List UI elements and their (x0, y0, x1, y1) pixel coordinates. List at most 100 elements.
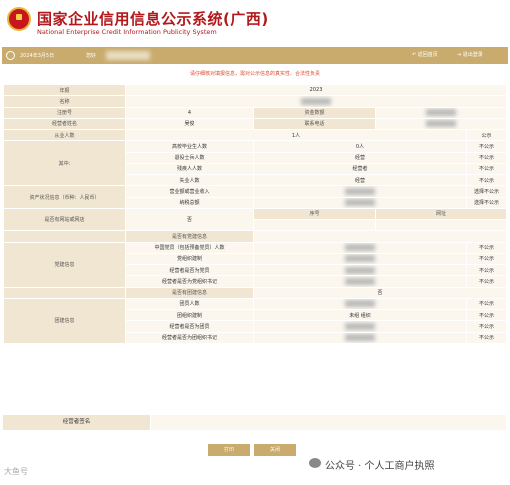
row-label: 是否有网站或网店 (3, 207, 126, 232)
publicity-flag: 不公示 (465, 263, 508, 277)
site-title: 国家企业信用信息公示系统(广西) (37, 10, 269, 28)
publicity-flag: 不公示 (465, 151, 508, 164)
row-value: 经营 (253, 151, 467, 164)
column-header: 序号 (253, 207, 376, 221)
row-label: 是否有团建信息 (125, 286, 254, 299)
clock-icon (6, 51, 15, 60)
publicity-flag: 不公示 (465, 308, 508, 322)
empty-cell (374, 218, 508, 232)
row-label: 经营者是否为团员 (125, 320, 254, 333)
row-label: 团组织建制 (125, 308, 254, 322)
corner-watermark: 大鱼号 (4, 467, 28, 476)
table-row: 注册号 4 资金数额 (3, 106, 508, 119)
group-label: 党建信息 (3, 241, 126, 288)
row-value (374, 106, 508, 119)
signature-field[interactable] (151, 415, 506, 430)
row-label: 残疾人人数 (125, 162, 254, 176)
group-label (3, 286, 126, 299)
row-value (253, 252, 467, 266)
row-label: 从业人数 (3, 128, 126, 142)
row-value: 1人 (125, 128, 467, 142)
row-value (124, 95, 508, 108)
toolbar: 2024年3月5日 您好 ↶ 返回首页 ⇥ 退出登录 (2, 47, 508, 64)
signature-row: 经营者签名 (3, 415, 506, 430)
row-label: 是否有党建信息 (125, 230, 254, 243)
row-label: 经营者是否为党组织书记 (125, 275, 254, 288)
row-label: 党组织建制 (125, 252, 254, 266)
print-button[interactable]: 打印 (208, 444, 250, 456)
row-label: 经营者是否为团组织书记 (125, 331, 254, 344)
row-value: 经营者 (253, 162, 467, 176)
publicity-flag: 不公示 (465, 275, 508, 288)
publicity-flag: 选择不公示 (465, 196, 508, 209)
table-row: 年报 2023 (3, 83, 508, 97)
row-value (253, 241, 467, 254)
redacted-value (426, 120, 457, 128)
row-label: 纳税总额 (125, 196, 254, 209)
national-emblem-icon (7, 7, 31, 31)
redacted-value (345, 199, 375, 207)
table-row: 其中: 高校毕业生人数 0人 不公示 (3, 140, 508, 187)
table-row: 是否有团建信息 否 (3, 286, 508, 299)
empty-cell (253, 218, 376, 232)
row-label: 团员人数 (125, 297, 254, 311)
row-label: 联系电话 (253, 117, 376, 131)
current-date: 2024年3月5日 (20, 53, 55, 59)
redacted-value (426, 109, 457, 117)
redacted-value (345, 277, 375, 285)
logout-label: 退出登录 (462, 52, 483, 58)
table-row: 党建信息 中国党员（包括预备党员）人数 不公示 (3, 241, 508, 288)
table-row: 名称 (3, 95, 508, 108)
publicity-flag: 不公示 (465, 241, 508, 254)
site-header: 国家企业信用信息公示系统(广西) National Enterprise Cre… (0, 0, 510, 44)
row-value (253, 320, 467, 333)
logout-button[interactable]: ⇥ 退出登录 (457, 51, 483, 58)
row-label: 注册号 (3, 106, 126, 119)
publicity-flag: 公示 (465, 128, 508, 142)
redacted-value (301, 97, 332, 105)
table-row: 是否有党建信息 (3, 230, 508, 243)
row-value (253, 263, 467, 277)
row-label: 营业额或营业收入 (125, 185, 254, 198)
row-value: 2023 (124, 83, 508, 97)
group-label: 资产状况信息（币种：人民币） (3, 185, 126, 209)
group-label: 其中: (3, 140, 126, 187)
close-button[interactable]: 关闭 (254, 444, 296, 456)
group-label: 团建信息 (3, 297, 126, 344)
publicity-flag: 选择不公示 (465, 185, 508, 198)
publicity-flag: 不公示 (465, 297, 508, 311)
back-home-label: 返回首页 (417, 52, 438, 58)
redacted-value (345, 334, 375, 342)
username-redacted (106, 51, 150, 60)
row-label: 资金数额 (253, 106, 376, 119)
column-header: 网址 (374, 207, 508, 221)
row-label: 名称 (3, 95, 126, 108)
redacted-value (345, 255, 375, 263)
site-subtitle: National Enterprise Credit Information P… (37, 28, 217, 36)
row-value: 吴俊 (125, 117, 254, 131)
redacted-value (345, 300, 375, 308)
publicity-flag: 不公示 (465, 162, 508, 176)
row-value: 4 (125, 106, 254, 119)
row-value (253, 185, 467, 198)
row-value (253, 297, 467, 311)
table-row: 团建信息 团员人数 不公示 (3, 297, 508, 344)
redacted-value (345, 187, 375, 195)
wechat-icon (309, 458, 321, 468)
group-label (3, 230, 126, 243)
report-table: 年报 2023 名称 注册号 4 资金数额 经营者姓名 吴俊 联系电话 从业人数… (3, 83, 508, 344)
redacted-value (345, 266, 375, 274)
table-row: 经营者姓名 吴俊 联系电话 (3, 117, 508, 131)
row-label: 失业人数 (125, 173, 254, 187)
row-value (253, 196, 467, 209)
row-label: 年报 (3, 83, 126, 97)
row-label: 中国党员（包括预备党员）人数 (125, 241, 254, 254)
welcome-text: 您好 (86, 53, 97, 59)
back-home-button[interactable]: ↶ 返回首页 (412, 51, 438, 58)
row-value: 否 (252, 286, 508, 299)
row-value (253, 331, 467, 344)
publicity-flag: 不公示 (465, 252, 508, 266)
row-value (253, 275, 467, 288)
row-value: 否 (125, 207, 254, 232)
row-label: 退役士兵人数 (125, 151, 254, 164)
